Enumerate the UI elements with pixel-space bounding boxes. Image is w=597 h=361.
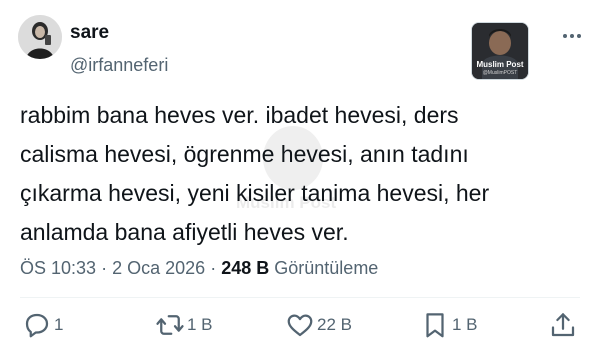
meta-separator: ·	[101, 258, 108, 278]
more-horizontal-icon	[563, 34, 581, 38]
avatar[interactable]	[18, 15, 62, 59]
more-options-button[interactable]	[560, 24, 584, 48]
tweet-date[interactable]: 2 Oca 2026	[112, 258, 205, 278]
tweet-text: rabbim bana heves ver. ibadet hevesi, de…	[20, 96, 585, 252]
share-upload-icon	[551, 313, 575, 337]
tweet-text-line: rabbim bana heves ver. ibadet hevesi, de…	[20, 102, 459, 128]
like-count: 22 B	[317, 315, 352, 334]
tweet-text-line: çıkarma hevesi, yeni kisiler tanima heve…	[20, 180, 490, 206]
views-label: Görüntüleme	[274, 258, 379, 278]
badge-title: Muslim Post	[476, 60, 524, 69]
reply-count: 1	[54, 315, 64, 334]
display-name[interactable]: sare	[70, 22, 109, 44]
bookmark-count: 1 B	[452, 315, 478, 334]
muslim-post-badge[interactable]: Muslim Post @MuslimPOST	[471, 22, 529, 80]
reply-button[interactable]: 1	[22, 310, 63, 340]
retweet-count: 1 B	[187, 315, 213, 334]
divider	[20, 297, 580, 298]
meta-separator: ·	[210, 258, 217, 278]
retweet-button[interactable]: 1 B	[155, 310, 213, 340]
avatar-image	[18, 15, 62, 59]
retweet-icon	[156, 315, 184, 335]
tweet-time[interactable]: ÖS 10:33	[20, 258, 96, 278]
tweet-text-line: calisma hevesi, ögrenme hevesi, anın tad…	[20, 141, 469, 167]
tweet-text-line: anlamda bana afiyetli heves ver.	[20, 219, 349, 245]
bookmark-icon	[426, 313, 444, 338]
like-button[interactable]: 22 B	[285, 310, 352, 340]
bookmark-button[interactable]: 1 B	[420, 310, 478, 340]
share-button[interactable]	[548, 310, 578, 340]
badge-subtitle: @MuslimPOST	[482, 70, 518, 76]
reply-bubble-icon	[25, 313, 49, 338]
tweet-card: sare @irfanneferi Muslim Post @MuslimPOS…	[0, 0, 597, 361]
heart-icon	[287, 314, 313, 337]
user-handle[interactable]: @irfanneferi	[70, 55, 168, 76]
views-count[interactable]: 248 B	[221, 258, 269, 278]
tweet-meta: ÖS 10:33 · 2 Oca 2026 · 248 B Görüntülem…	[20, 258, 378, 279]
